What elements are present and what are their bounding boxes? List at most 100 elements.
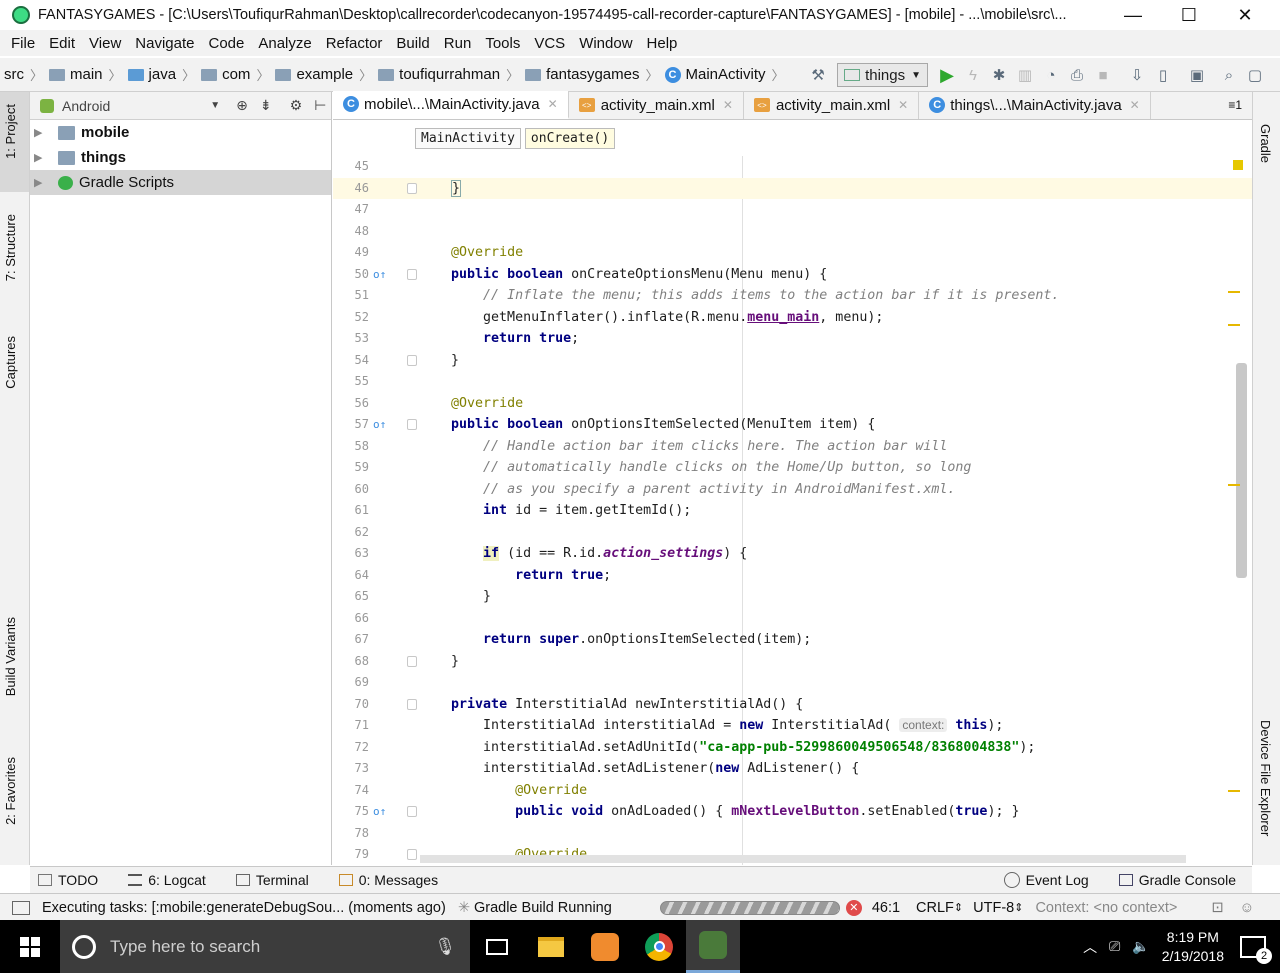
code-text[interactable]: @Override	[419, 393, 523, 415]
code-text[interactable]: @Override	[419, 242, 523, 264]
menu-tools[interactable]: Tools	[478, 35, 527, 52]
line-number[interactable]: 45	[333, 156, 369, 178]
line-number[interactable]: 75	[333, 801, 369, 823]
code-line[interactable]: 62	[333, 522, 1252, 544]
chevron-down-icon[interactable]: ▼	[210, 100, 220, 111]
tab-structure[interactable]: 7: Structure	[3, 214, 18, 281]
fold-marker-icon[interactable]	[407, 182, 417, 194]
override-gutter-icon[interactable]: o↑	[373, 264, 393, 286]
menu-run[interactable]: Run	[437, 35, 479, 52]
code-line[interactable]: 63 if (id == R.id.action_settings) {	[333, 543, 1252, 565]
menu-help[interactable]: Help	[640, 35, 685, 52]
menu-refactor[interactable]: Refactor	[319, 35, 390, 52]
code-line[interactable]: 65 }	[333, 586, 1252, 608]
code-line[interactable]: 60 // as you specify a parent activity i…	[333, 479, 1252, 501]
override-gutter-icon[interactable]: o↑	[373, 414, 393, 436]
line-number[interactable]: 52	[333, 307, 369, 329]
code-text[interactable]: }	[419, 651, 459, 673]
tree-item-things[interactable]: ▶ things	[30, 145, 331, 170]
line-number[interactable]: 69	[333, 672, 369, 694]
override-gutter-icon[interactable]: o↑	[373, 801, 393, 823]
chevron-up-icon[interactable]: ︿	[1083, 937, 1097, 957]
code-line[interactable]: 57 o↑ public boolean onOptionsItemSelecte…	[333, 414, 1252, 436]
code-line[interactable]: 61 int id = item.getItemId();	[333, 500, 1252, 522]
line-number[interactable]: 47	[333, 199, 369, 221]
crumb-mainactivity[interactable]: C MainActivity 〉	[664, 65, 791, 84]
menu-analyze[interactable]: Analyze	[251, 35, 318, 52]
tab-gradle[interactable]: Gradle	[1258, 124, 1273, 163]
code-text[interactable]: }	[419, 350, 459, 372]
error-stripe-marker[interactable]	[1228, 324, 1240, 326]
code-text[interactable]: // automatically handle clicks on the Ho…	[419, 457, 971, 479]
code-text[interactable]: public void onAdLoaded() { mNextLevelBut…	[419, 801, 1019, 823]
apply-changes-icon[interactable]: ϟ	[960, 64, 986, 86]
code-line[interactable]: 72 interstitialAd.setAdUnitId("ca-app-pu…	[333, 737, 1252, 759]
run-config-select[interactable]: things ▼	[837, 63, 928, 87]
start-button[interactable]	[0, 920, 60, 973]
maximize-button[interactable]: ☐	[1166, 0, 1212, 30]
code-text[interactable]: // Handle action bar item clicks here. T…	[419, 436, 947, 458]
taskbar-search[interactable]: Type here to search 🎙	[60, 920, 470, 973]
line-number[interactable]: 50	[333, 264, 369, 286]
line-number[interactable]: 49	[333, 242, 369, 264]
network-icon[interactable]: ⎚	[1109, 938, 1120, 955]
menu-view[interactable]: View	[82, 35, 128, 52]
close-tab-icon[interactable]: ✕	[723, 98, 733, 112]
crumb-java[interactable]: java 〉	[127, 65, 202, 84]
close-tab-icon[interactable]: ✕	[548, 97, 558, 111]
code-text[interactable]: return super.onOptionsItemSelected(item)…	[419, 629, 811, 651]
code-line[interactable]: 78	[333, 823, 1252, 845]
code-text[interactable]: getMenuInflater().inflate(R.menu.menu_ma…	[419, 307, 883, 329]
tab-todo[interactable]: TODO	[38, 872, 98, 888]
scroll-from-source-icon[interactable]: ⊕	[236, 97, 248, 114]
line-number[interactable]: 61	[333, 500, 369, 522]
tab-mobile-mainactivity[interactable]: Cmobile\...\MainActivity.java ✕	[333, 91, 569, 119]
toggle-tool-windows-icon[interactable]	[12, 900, 30, 915]
line-number[interactable]: 59	[333, 457, 369, 479]
expand-arrow-icon[interactable]: ▶	[34, 126, 48, 139]
code-line[interactable]: 49 @Override	[333, 242, 1252, 264]
clock[interactable]: 8:19 PM 2/19/2018	[1162, 928, 1224, 966]
code-line[interactable]: 51 // Inflate the menu; this adds items …	[333, 285, 1252, 307]
code-line[interactable]: 75 o↑ public void onAdLoaded() { mNextLev…	[333, 801, 1252, 823]
line-number[interactable]: 71	[333, 715, 369, 737]
crumb-src[interactable]: src 〉	[4, 65, 49, 84]
line-number[interactable]: 72	[333, 737, 369, 759]
avd-manager-icon[interactable]: ▯	[1150, 64, 1176, 86]
microphone-icon[interactable]: 🎙	[434, 937, 456, 957]
tab-messages[interactable]: 0: Messages	[338, 872, 438, 888]
attach-debugger-icon[interactable]: ⎙	[1064, 64, 1090, 86]
code-line[interactable]: 70 private InterstitialAd newInterstitia…	[333, 694, 1252, 716]
crumb-example[interactable]: example 〉	[275, 65, 378, 84]
line-number[interactable]: 51	[333, 285, 369, 307]
line-number[interactable]: 66	[333, 608, 369, 630]
taskbar-uc-browser[interactable]	[578, 920, 632, 973]
menu-file[interactable]: File	[4, 35, 42, 52]
gear-icon[interactable]: ⚙	[290, 97, 303, 114]
menu-vcs[interactable]: VCS	[527, 35, 572, 52]
tab-activity-main-xml-1[interactable]: <> activity_main.xml ✕	[569, 91, 744, 119]
code-line[interactable]: 74 @Override	[333, 780, 1252, 802]
hector-icon[interactable]: ☺	[1239, 900, 1254, 916]
tree-item-mobile[interactable]: ▶ mobile	[30, 120, 331, 145]
run-icon[interactable]: ▶	[934, 64, 960, 86]
horizontal-scrollbar[interactable]	[420, 855, 1186, 863]
code-text[interactable]: int id = item.getItemId();	[419, 500, 691, 522]
tab-logcat[interactable]: 6: Logcat	[128, 872, 206, 888]
crumb-toufiqurrahman[interactable]: toufiqurrahman 〉	[378, 65, 525, 84]
tab-things-mainactivity[interactable]: Cthings\...\MainActivity.java ✕	[919, 91, 1151, 119]
close-button[interactable]: ✕	[1222, 0, 1268, 30]
taskbar-chrome[interactable]	[632, 920, 686, 973]
project-view-select[interactable]: Android	[62, 98, 110, 114]
code-line[interactable]: 67 return super.onOptionsItemSelected(it…	[333, 629, 1252, 651]
line-separator[interactable]: CRLF	[916, 900, 954, 916]
fold-marker-icon[interactable]	[407, 419, 417, 430]
code-text[interactable]: interstitialAd.setAdListener(new AdListe…	[419, 758, 859, 780]
code-line[interactable]: 50 o↑ public boolean onCreateOptionsMenu(…	[333, 264, 1252, 286]
fold-marker-icon[interactable]	[407, 268, 417, 280]
action-center-icon[interactable]: 2	[1240, 935, 1272, 964]
line-number[interactable]: 68	[333, 651, 369, 673]
close-tab-icon[interactable]: ✕	[898, 98, 908, 112]
code-line[interactable]: 69	[333, 672, 1252, 694]
line-number[interactable]: 78	[333, 823, 369, 845]
